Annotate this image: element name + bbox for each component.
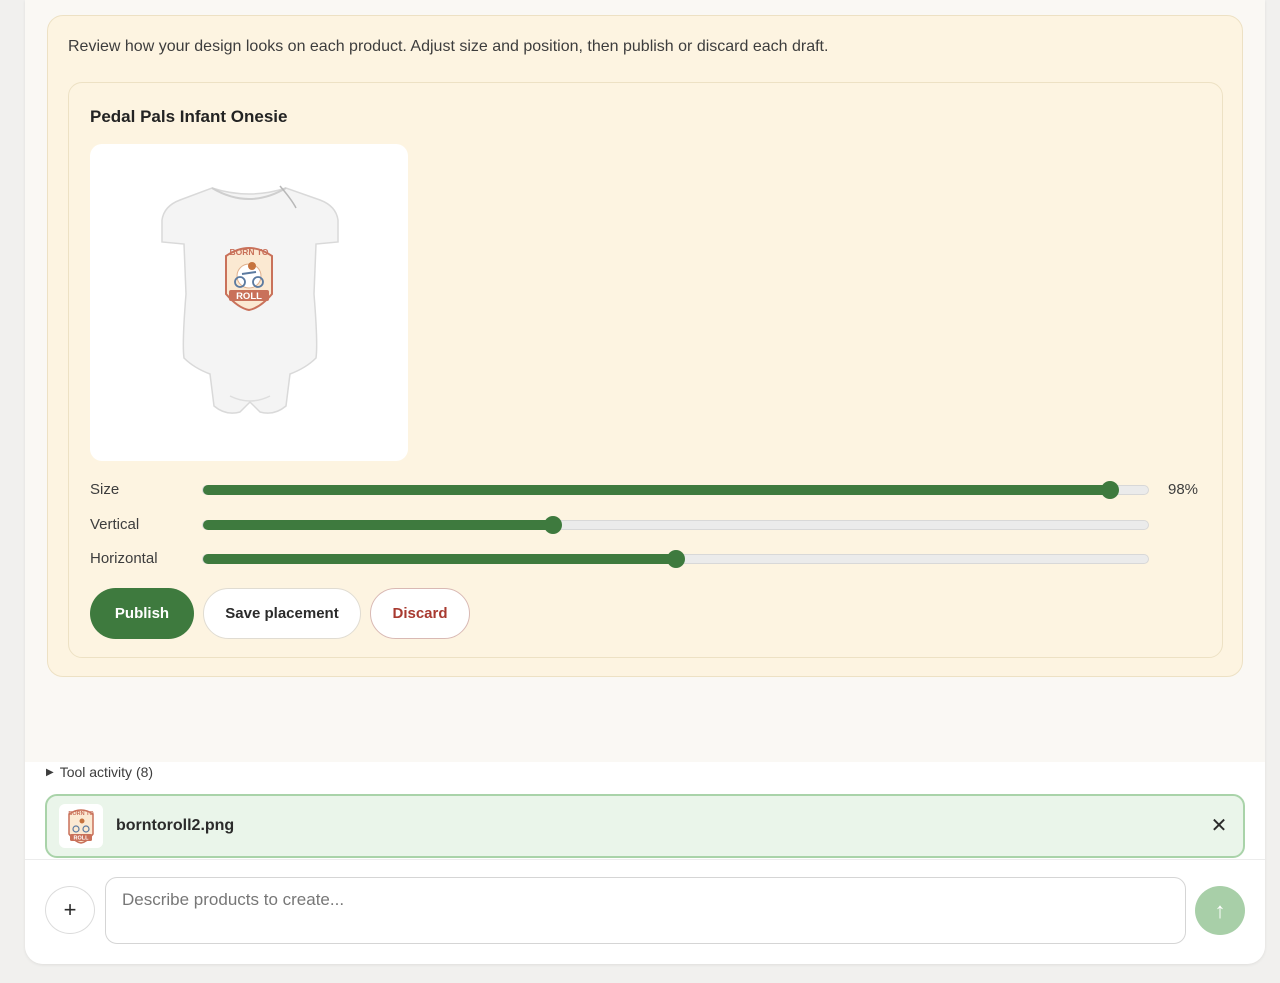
design-text-top: BORN TO (229, 247, 268, 257)
product-draft-card: Pedal Pals Infant Onesie BORN TO ROLL Si… (68, 82, 1223, 658)
size-slider-fill (203, 485, 1111, 495)
vertical-label: Vertical (90, 516, 140, 533)
discard-button[interactable]: Discard (370, 588, 470, 639)
product-title: Pedal Pals Infant Onesie (90, 107, 288, 126)
composer-divider (25, 859, 1265, 860)
horizontal-slider-row: Horizontal (90, 549, 1210, 569)
vertical-slider-thumb[interactable] (543, 516, 562, 534)
chat-card: Review how your design looks on each pro… (25, 0, 1265, 964)
size-value: 98% (1168, 481, 1199, 498)
arrow-up-icon[interactable]: ↑ (1195, 886, 1245, 935)
size-label: Size (90, 481, 120, 498)
size-slider-thumb[interactable] (1101, 481, 1120, 499)
vertical-slider-fill (203, 520, 553, 530)
attachment-chip: BORN TO ROLL borntoroll2.png ✕ (45, 794, 1245, 858)
close-icon[interactable]: ✕ (1207, 814, 1231, 838)
save-placement-button[interactable]: Save placement (203, 588, 361, 639)
design-text-bottom: ROLL (236, 291, 262, 302)
size-slider[interactable] (202, 481, 1149, 499)
size-slider-row: Size 98% (90, 480, 1210, 500)
tool-activity-toggle[interactable]: ▶ Tool activity (8) (46, 764, 153, 780)
vertical-slider[interactable] (202, 516, 1149, 534)
thumb-text-bottom: ROLL (74, 836, 90, 842)
draft-review-panel: Review how your design looks on each pro… (47, 15, 1243, 677)
attachment-thumbnail: BORN TO ROLL (59, 804, 103, 848)
vertical-slider-row: Vertical (90, 515, 1210, 535)
composer-area: ▶ Tool activity (8) BORN TO ROLL borntor… (25, 762, 1265, 964)
product-preview: BORN TO ROLL (90, 144, 408, 461)
horizontal-slider-thumb[interactable] (666, 550, 685, 568)
thumb-text-top: BORN TO (68, 811, 94, 817)
horizontal-slider[interactable] (202, 550, 1149, 568)
design-badge: BORN TO ROLL (225, 247, 273, 312)
tool-activity-label: Tool activity (8) (59, 764, 154, 780)
plus-icon[interactable]: + (45, 886, 95, 934)
attachment-filename: borntoroll2.png (116, 817, 235, 834)
onesie-illustration: BORN TO ROLL (161, 185, 339, 414)
intro-text: Review how your design looks on each pro… (68, 38, 829, 55)
triangle-right-icon: ▶ (46, 766, 54, 778)
prompt-input[interactable] (105, 877, 1186, 944)
horizontal-slider-fill (203, 554, 676, 564)
publish-button[interactable]: Publish (90, 588, 194, 639)
horizontal-label: Horizontal (90, 550, 158, 567)
